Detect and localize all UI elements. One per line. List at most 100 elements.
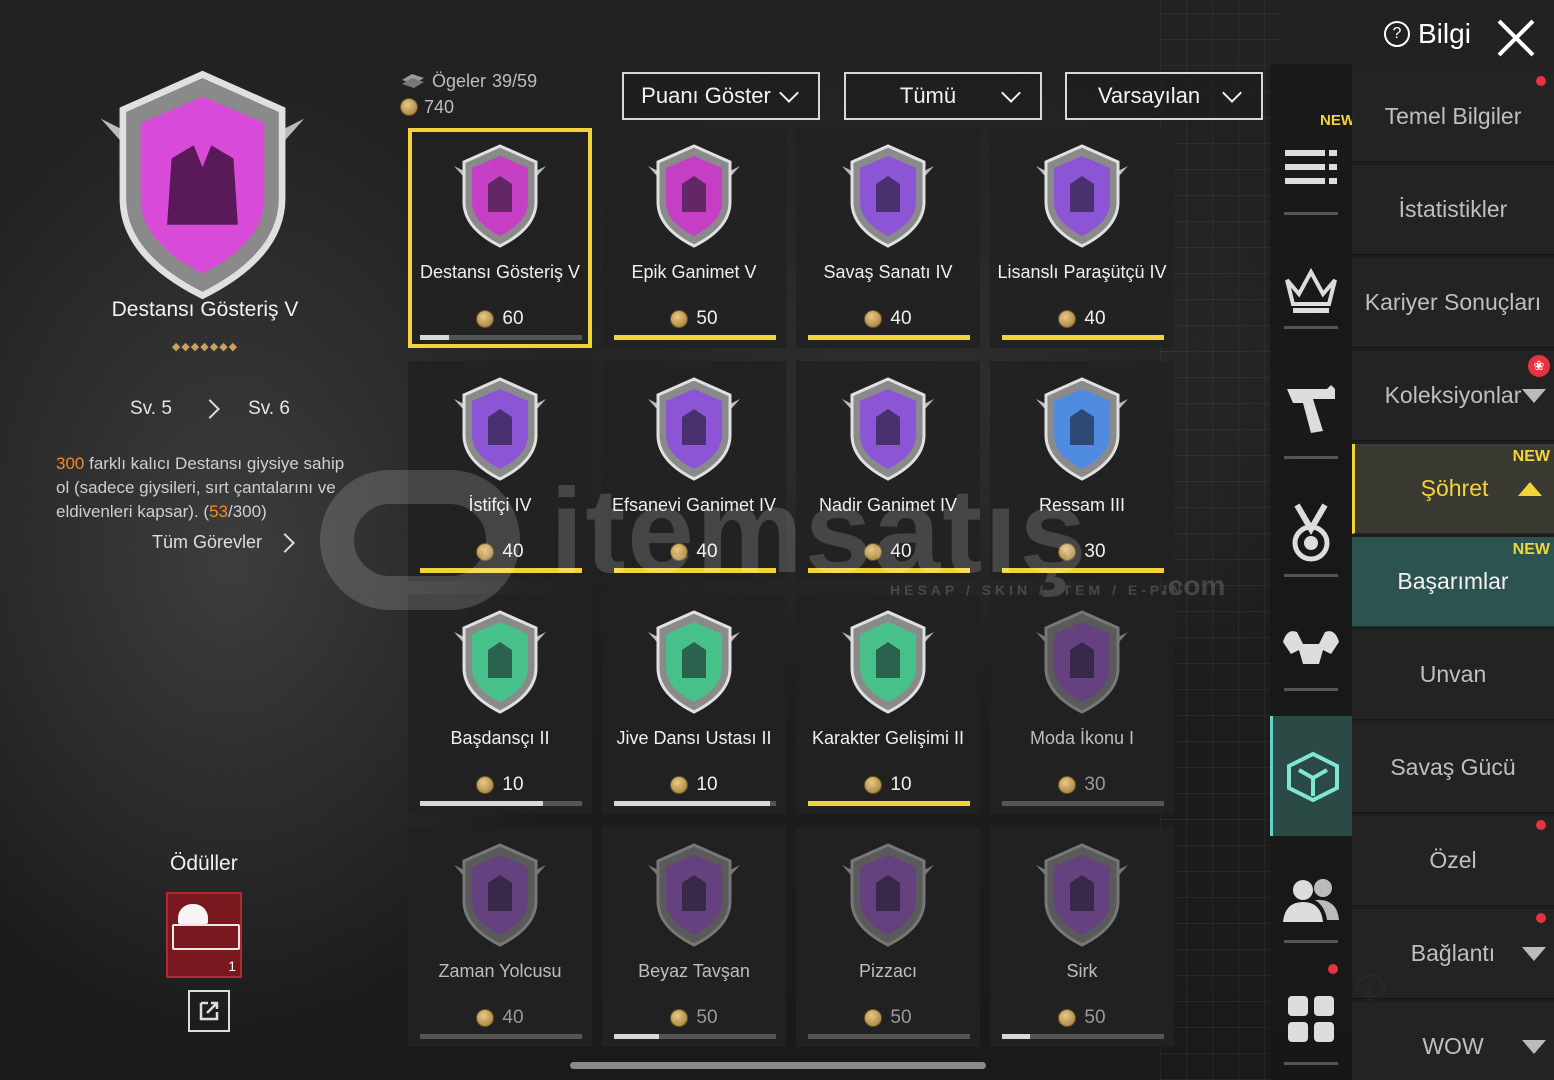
points-value: 40 bbox=[696, 541, 718, 562]
character-icon bbox=[842, 610, 934, 714]
achievement-card[interactable]: Zaman Yolcusu 40 bbox=[408, 827, 592, 1047]
new-badge: NEW bbox=[1512, 541, 1550, 558]
points-value: 10 bbox=[696, 774, 718, 795]
points-icon bbox=[1058, 1009, 1077, 1027]
menu-item-label: Başarımlar bbox=[1397, 568, 1509, 594]
achievement-points: 10 bbox=[796, 774, 980, 796]
achievement-name: Beyaz Tavşan bbox=[638, 961, 750, 981]
achievement-name: Moda İkonu I bbox=[1029, 728, 1135, 748]
achievement-description: 300 farklı kalıcı Destansı giysiye sahip… bbox=[56, 452, 346, 524]
progress-fill bbox=[808, 568, 970, 573]
divider bbox=[1284, 326, 1338, 329]
menu-item-label: Unvan bbox=[1419, 661, 1487, 687]
crosshair-icon bbox=[1036, 377, 1128, 481]
sort-dropdown[interactable]: Varsayılan bbox=[1065, 72, 1263, 120]
menu-item[interactable]: Özel bbox=[1352, 816, 1554, 906]
achievement-card[interactable]: Destansı Gösteriş V 60 bbox=[408, 128, 592, 348]
achievement-name: Ressam III bbox=[1038, 495, 1126, 515]
menu-item[interactable]: Bağlantı bbox=[1352, 909, 1554, 999]
jacket-icon bbox=[648, 144, 740, 248]
achievement-points: 50 bbox=[796, 1007, 980, 1029]
more-tab[interactable] bbox=[1270, 964, 1352, 1074]
dancer-icon bbox=[648, 610, 740, 714]
progress-bar bbox=[1002, 568, 1164, 573]
achievement-card[interactable]: Nadir Ganimet IV 40 bbox=[796, 361, 980, 581]
level-dots: ◆◆◆◆◆◆◆ bbox=[171, 341, 239, 353]
achievement-points: 40 bbox=[408, 1007, 592, 1029]
reward-item[interactable]: 1 bbox=[166, 892, 242, 978]
progress-fill bbox=[614, 1034, 660, 1039]
sort-value: Varsayılan bbox=[1097, 83, 1201, 108]
achievement-card[interactable]: Başdansçı II 10 bbox=[408, 594, 592, 814]
achievement-card[interactable]: Jive Dansı Ustası II 10 bbox=[602, 594, 786, 814]
progress-bar bbox=[420, 568, 582, 573]
points-value: 40 bbox=[502, 1007, 524, 1028]
points-icon bbox=[400, 98, 418, 116]
points-value: 30 bbox=[1084, 774, 1106, 795]
achievement-card[interactable]: Epik Ganimet V 50 bbox=[602, 128, 786, 348]
category-filter-dropdown[interactable]: Tümü bbox=[844, 72, 1042, 120]
achievement-card[interactable]: İstifçi IV 40 bbox=[408, 361, 592, 581]
progress-bar bbox=[1002, 1034, 1164, 1039]
progress-bar bbox=[808, 801, 970, 806]
progress-bar bbox=[1002, 801, 1164, 806]
points-value: 10 bbox=[502, 774, 524, 795]
menu-item[interactable]: Koleksiyonlar ❀ bbox=[1352, 351, 1554, 441]
medals-tab[interactable] bbox=[1270, 478, 1352, 588]
notification-dot bbox=[1536, 820, 1546, 830]
menu-item[interactable]: İstatistikler bbox=[1352, 165, 1554, 255]
chevron-down-icon bbox=[779, 83, 799, 103]
menu-item[interactable]: Savaş Gücü bbox=[1352, 723, 1554, 813]
overview-tab[interactable] bbox=[1270, 114, 1352, 224]
collection-counts: Ögeler 39/59 740 bbox=[400, 68, 537, 120]
points-icon bbox=[670, 776, 689, 794]
achievement-card[interactable]: Ressam III 30 bbox=[990, 361, 1174, 581]
achievement-card[interactable]: Pizzacı 50 bbox=[796, 827, 980, 1047]
divider bbox=[1284, 456, 1338, 459]
progress-bar bbox=[614, 801, 776, 806]
list-icon bbox=[1285, 150, 1337, 184]
selected-achievement-name: Destansı Gösteriş V bbox=[111, 298, 299, 321]
achievement-name: Pizzacı bbox=[858, 961, 918, 981]
achievement-card[interactable]: Lisanslı Paraşütçü IV 40 bbox=[990, 128, 1174, 348]
menu-item[interactable]: Şöhret NEW bbox=[1352, 444, 1554, 534]
achievement-card[interactable]: Karakter Gelişimi II 10 bbox=[796, 594, 980, 814]
achievement-card[interactable]: Moda İkonu I 30 bbox=[990, 594, 1174, 814]
pizza-icon bbox=[842, 843, 934, 947]
points-filter-dropdown[interactable]: Puanı Göster bbox=[622, 72, 820, 120]
achievement-card[interactable]: Savaş Sanatı IV 40 bbox=[796, 128, 980, 348]
menu-item[interactable]: Başarımlar NEW bbox=[1352, 537, 1554, 627]
menu-item[interactable]: WOW bbox=[1352, 1002, 1554, 1080]
achievement-name: Epik Ganimet V bbox=[631, 262, 757, 282]
crown-icon bbox=[1285, 267, 1337, 313]
progress-bar bbox=[420, 1034, 582, 1039]
reward-frame bbox=[172, 924, 240, 950]
hexagon-icon bbox=[454, 843, 546, 947]
points-icon bbox=[864, 310, 883, 328]
menu-item-label: Şöhret bbox=[1420, 475, 1489, 501]
achievement-card[interactable]: Efsanevi Ganimet IV 40 bbox=[602, 361, 786, 581]
achievement-points: 10 bbox=[602, 774, 786, 796]
achievement-points: 40 bbox=[796, 541, 980, 563]
close-button[interactable] bbox=[1496, 18, 1536, 58]
ranking-tab[interactable] bbox=[1270, 236, 1352, 346]
divider bbox=[1284, 688, 1338, 691]
divider bbox=[1284, 940, 1338, 943]
collection-tab[interactable] bbox=[1270, 716, 1352, 836]
medal-icon bbox=[1292, 503, 1330, 562]
all-tasks-link[interactable]: Tüm Görevler bbox=[152, 532, 295, 553]
achievement-card[interactable]: Beyaz Tavşan 50 bbox=[602, 827, 786, 1047]
share-button[interactable] bbox=[188, 990, 230, 1032]
progress-fill bbox=[420, 335, 450, 340]
info-button[interactable]: ? Bilgi bbox=[1384, 18, 1471, 50]
points-icon bbox=[670, 310, 689, 328]
gift-icon: ❀ bbox=[1528, 355, 1550, 377]
menu-item[interactable]: Temel Bilgiler bbox=[1352, 72, 1554, 162]
menu-item[interactable]: Kariyer Sonuçları bbox=[1352, 258, 1554, 348]
menu-item[interactable]: Unvan bbox=[1352, 630, 1554, 720]
points-value: 30 bbox=[1084, 541, 1106, 562]
achievement-card[interactable]: Sirk 50 bbox=[990, 827, 1174, 1047]
weapons-tab[interactable] bbox=[1270, 354, 1352, 464]
triangle-down-icon bbox=[1522, 947, 1546, 961]
new-badge: NEW bbox=[1512, 448, 1550, 465]
